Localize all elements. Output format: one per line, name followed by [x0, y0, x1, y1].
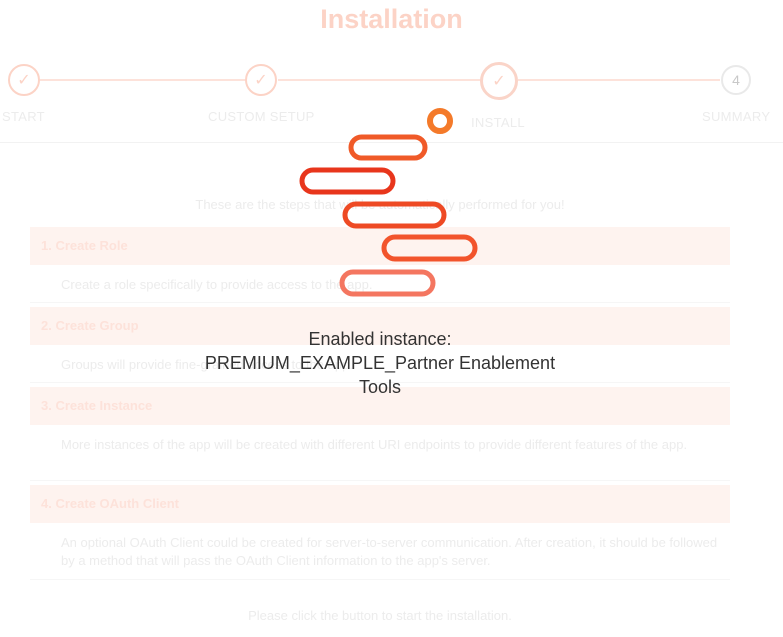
loading-overlay: Enabled instance: PREMIUM_EXAMPLE_Partne… — [0, 0, 783, 637]
status-instance-name: PREMIUM_EXAMPLE_Partner Enablement — [204, 353, 556, 373]
status-line: Tools — [358, 377, 402, 397]
loading-spinner-icon — [299, 108, 478, 297]
install-status-message: Enabled instance: PREMIUM_EXAMPLE_Partne… — [130, 327, 630, 399]
status-line: Enabled instance: — [308, 329, 452, 349]
